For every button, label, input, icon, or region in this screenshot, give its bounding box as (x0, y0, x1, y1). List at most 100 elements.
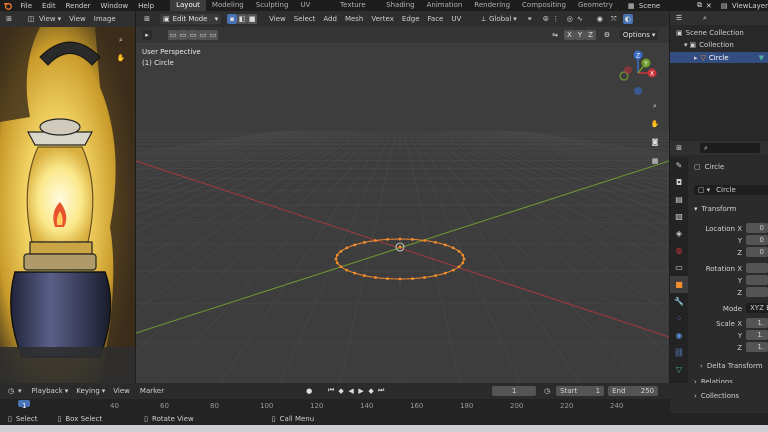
view-layer-name[interactable]: ViewLayer (732, 2, 768, 10)
menu-face[interactable]: Face (428, 15, 444, 23)
wrench-icon[interactable]: ⚙ (602, 30, 612, 40)
navigation-gizmo[interactable]: Z Y X (616, 49, 664, 101)
end-frame-field[interactable]: End 250 (608, 385, 659, 396)
orientation-dropdown[interactable]: ⟂ Global ▾ (481, 15, 517, 24)
falloff-icon[interactable]: ∿ (575, 14, 585, 24)
chevron-right-icon[interactable]: ▸ (694, 54, 698, 62)
editor-type-icon[interactable]: ⊞ (4, 14, 14, 24)
view-layer-tab-icon[interactable]: ▧ (670, 208, 688, 225)
menu-view[interactable]: View (269, 15, 286, 23)
menu-edit[interactable]: Edit (42, 2, 56, 10)
collection-tab-icon[interactable]: ▭ (670, 259, 688, 276)
tab-layout[interactable]: Layout (170, 0, 206, 11)
scale-y-field[interactable]: 1. (746, 330, 768, 340)
menu-view[interactable]: View (113, 387, 130, 395)
particles-tab-icon[interactable]: ⁘ (670, 310, 688, 327)
face-select-icon[interactable]: ■ (247, 14, 258, 24)
chevron-down-icon[interactable]: ▾ (18, 387, 22, 395)
play-reverse-icon[interactable]: ◀ (346, 386, 356, 396)
select-invert-icon[interactable]: ▭ (198, 30, 208, 40)
jump-end-icon[interactable]: ⏭ (376, 386, 386, 396)
image-mode-icon[interactable]: ◫ (26, 14, 36, 24)
mirror-icon[interactable]: ⇋ (550, 30, 560, 40)
axis-z-toggle[interactable]: Z (585, 30, 596, 40)
location-y-field[interactable]: 0 (746, 235, 768, 245)
pivot-icon[interactable]: ⚭ (525, 14, 535, 24)
world-tab-icon[interactable]: ◍ (670, 242, 688, 259)
chevron-down-icon[interactable]: ▾ (684, 41, 688, 49)
outliner-collection[interactable]: ▾ ▣ Collection (684, 41, 734, 49)
object-tab-icon[interactable]: ■ (670, 276, 688, 293)
menu-vertex[interactable]: Vertex (371, 15, 394, 23)
rotation-mode-dropdown[interactable]: XYZ E (746, 303, 768, 313)
snap-icon[interactable]: ⦾ (541, 14, 551, 24)
menu-select[interactable]: Select (294, 15, 316, 23)
jump-start-icon[interactable]: ⏮ (326, 386, 336, 396)
tab-animation[interactable]: Animation (421, 0, 469, 11)
location-z-field[interactable]: 0 (746, 247, 768, 257)
tab-shading[interactable]: Shading (380, 0, 420, 11)
current-frame-field[interactable]: 1 (492, 385, 537, 396)
mesh-data-icon[interactable]: ▼ (759, 54, 764, 62)
start-frame-field[interactable]: Start 1 (556, 385, 605, 396)
output-tab-icon[interactable]: ▤ (670, 191, 688, 208)
location-x-field[interactable]: 0 (746, 223, 768, 233)
menu-edge[interactable]: Edge (402, 15, 420, 23)
select-tool-icon[interactable]: ▸ (142, 30, 152, 40)
outliner-object-circle[interactable]: ▸ ▽ Circle ▼ (670, 52, 768, 63)
menu-image[interactable]: Image (94, 15, 116, 23)
view-layer-icon[interactable]: ▤ (720, 1, 729, 11)
overlay-icon[interactable]: ◐ (622, 14, 633, 24)
hand-pan-icon[interactable]: ✋ (650, 119, 660, 129)
image-editor[interactable]: ⊞ ◫ View ▾ View Image ⌕ ✋ (0, 11, 135, 383)
jump-keyframe-forward-icon[interactable]: ◆ (366, 386, 376, 396)
rotation-y-field[interactable] (746, 275, 768, 285)
editor-type-icon[interactable]: ⊞ (142, 14, 152, 24)
timeline-ruler[interactable]: 1 40 60 80 100 120 140 160 180 200 220 240 (0, 399, 670, 413)
options-dropdown[interactable]: Options ▾ (619, 30, 659, 40)
blender-logo-icon[interactable] (3, 1, 13, 11)
menu-mesh[interactable]: Mesh (345, 15, 363, 23)
menu-keying[interactable]: Keying (76, 387, 100, 395)
menu-marker[interactable]: Marker (140, 387, 164, 395)
menu-add[interactable]: Add (323, 15, 337, 23)
vertex-select-icon[interactable]: ▪ (227, 14, 238, 24)
scale-z-field[interactable]: 1. (746, 342, 768, 352)
rotation-z-field[interactable] (746, 287, 768, 297)
clock-icon[interactable]: ◷ (542, 386, 552, 396)
chevron-down-icon[interactable]: ▾ (58, 15, 62, 23)
tab-rendering[interactable]: Rendering (468, 0, 516, 11)
tab-uv-editing[interactable]: UV Editing (294, 0, 334, 20)
transform-panel-header[interactable]: ▾ Transform (694, 205, 736, 213)
jump-keyframe-back-icon[interactable]: ◆ (336, 386, 346, 396)
gizmo-icon[interactable]: ⤧ (609, 14, 619, 24)
menu-render[interactable]: Render (66, 2, 91, 10)
scene-name[interactable]: Scene (639, 2, 695, 10)
hand-pan-icon[interactable]: ✋ (116, 53, 126, 63)
visibility-icon[interactable]: ◉ (595, 14, 605, 24)
tab-texture-paint[interactable]: Texture Paint (334, 0, 380, 20)
close-icon[interactable]: ✕ (704, 1, 713, 11)
scene-icon[interactable]: ▦ (627, 1, 636, 11)
select-intersect-icon[interactable]: ▭ (208, 30, 218, 40)
editor-type-icon[interactable]: ⊞ (674, 143, 684, 153)
delta-transform-panel[interactable]: › Delta Transform (700, 362, 763, 370)
properties-search[interactable]: ⌕ (700, 143, 760, 153)
axis-x-toggle[interactable]: X (564, 30, 575, 40)
proportional-edit-icon[interactable]: ◎ (565, 14, 575, 24)
camera-icon[interactable]: ◙ (650, 137, 660, 147)
record-icon[interactable]: ● (304, 386, 314, 396)
select-subtract-icon[interactable]: ▭ (188, 30, 198, 40)
menu-playback[interactable]: Playback (32, 387, 63, 395)
menu-uv[interactable]: UV (451, 15, 461, 23)
menu-view[interactable]: View (69, 15, 86, 23)
collections-panel[interactable]: › Collections (694, 392, 739, 400)
tab-geometry-nodes[interactable]: Geometry Nod (572, 0, 623, 20)
snap-target-icon[interactable]: ⋮ (551, 14, 561, 24)
edge-select-icon[interactable]: ◧ (237, 14, 248, 24)
zoom-icon[interactable]: ⌕ (650, 101, 660, 111)
zoom-icon[interactable]: ⌕ (116, 35, 126, 45)
constraints-tab-icon[interactable]: ⛓ (670, 344, 688, 361)
menu-help[interactable]: Help (138, 2, 154, 10)
tab-compositing[interactable]: Compositing (516, 0, 572, 11)
